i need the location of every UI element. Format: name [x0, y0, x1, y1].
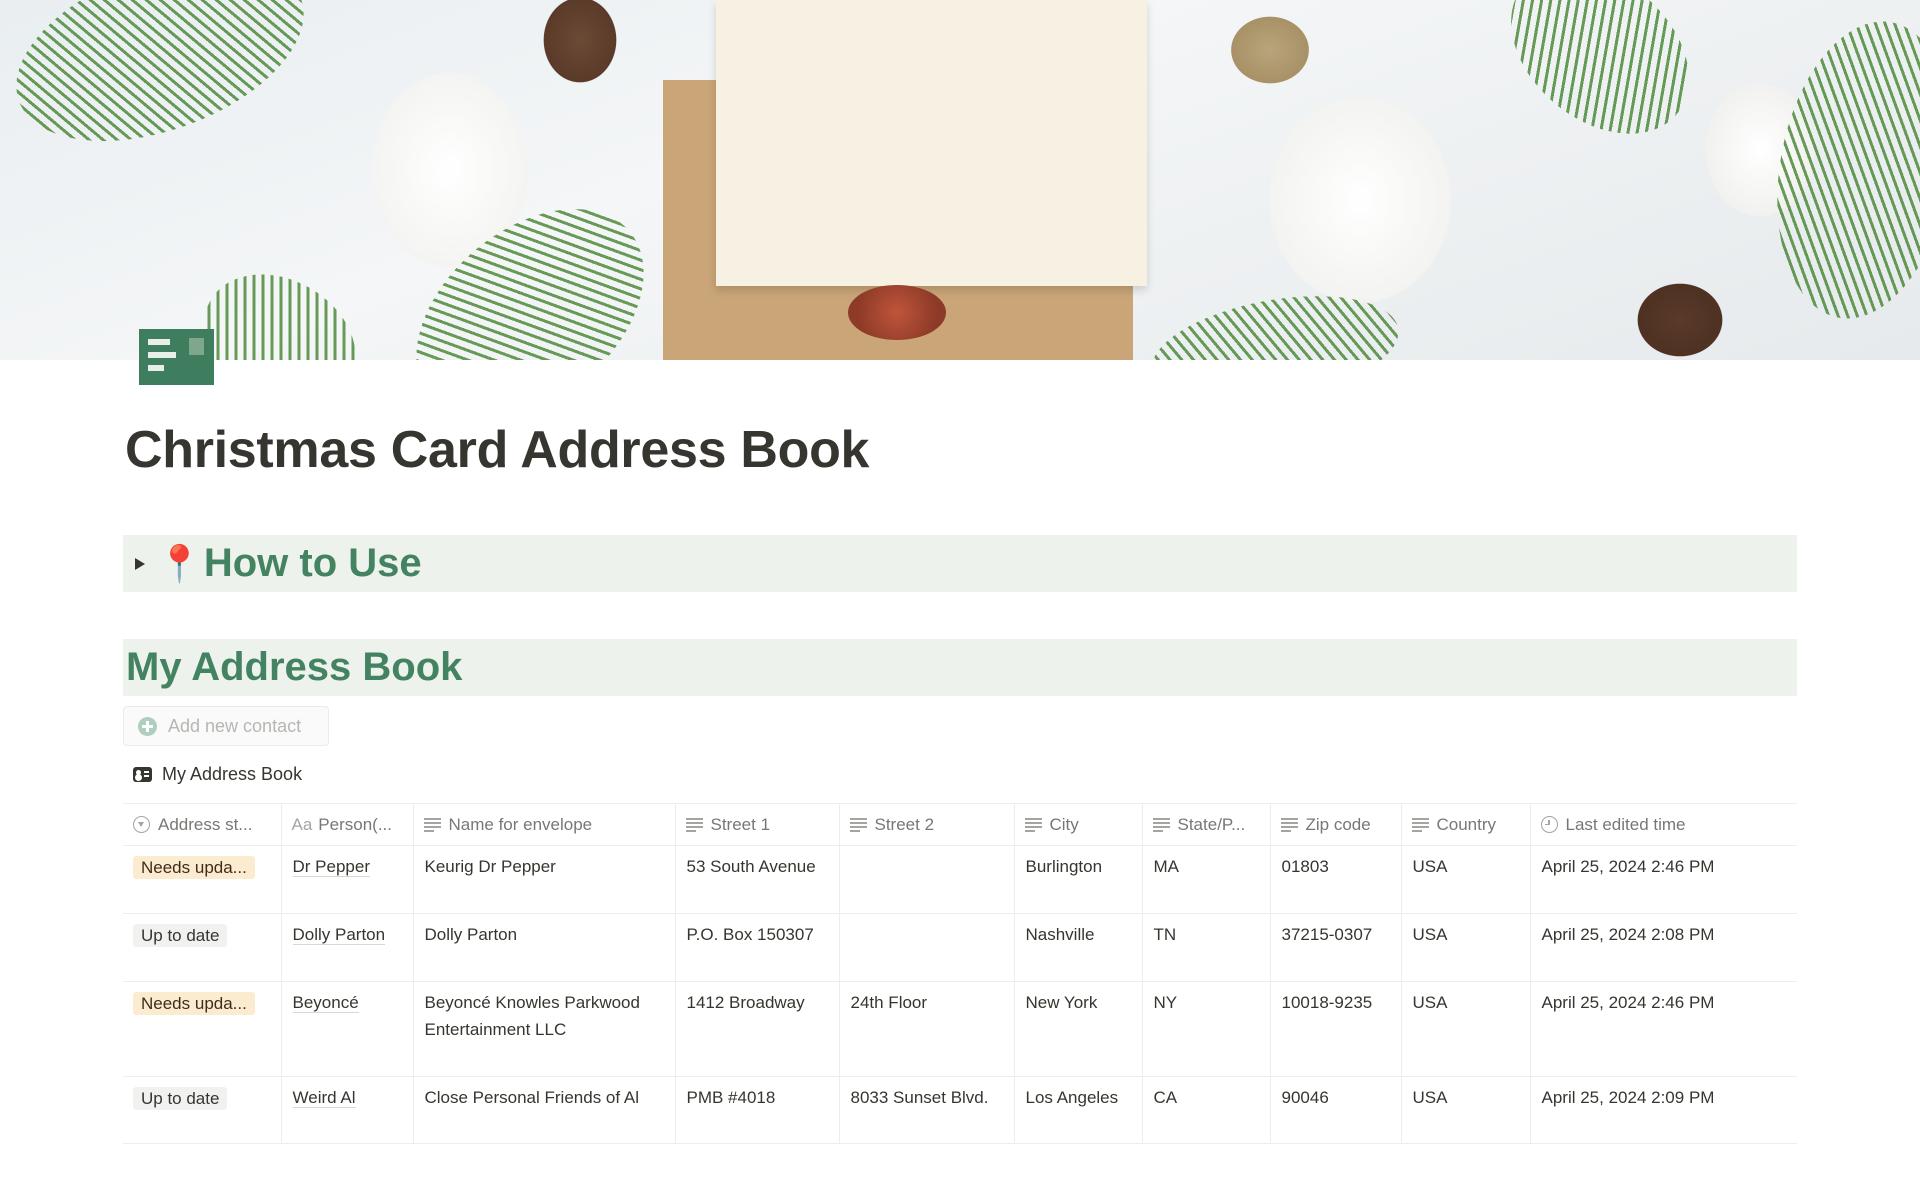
table-row[interactable]: Up to date Dolly Parton Dolly Parton P.O…	[123, 913, 1797, 982]
table-row[interactable]: Up to date Weird Al Close Personal Frien…	[123, 1076, 1797, 1144]
column-header-street2[interactable]: Street 2	[839, 803, 1015, 846]
status-badge: Needs upda...	[133, 992, 255, 1015]
column-header-state[interactable]: State/P...	[1142, 803, 1271, 846]
text-icon	[423, 817, 441, 832]
toggle-heading: How to Use	[203, 541, 422, 585]
person-cell[interactable]: Dr Pepper	[281, 845, 414, 914]
column-header-zip[interactable]: Zip code	[1270, 803, 1402, 846]
last-edited-cell: April 25, 2024 2:46 PM	[1530, 845, 1797, 914]
state-cell[interactable]: NY	[1142, 981, 1271, 1077]
street2-cell[interactable]: 24th Floor	[839, 981, 1015, 1077]
person-cell[interactable]: Dolly Parton	[281, 913, 414, 982]
column-header-street1[interactable]: Street 1	[675, 803, 840, 846]
envelope-name-cell[interactable]: Close Personal Friends of Al	[413, 1076, 676, 1144]
envelope-name-cell[interactable]: Beyoncé Knowles Parkwood Entertainment L…	[413, 981, 676, 1077]
text-icon	[1152, 817, 1170, 832]
table-row[interactable]: Needs upda... Beyoncé Beyoncé Knowles Pa…	[123, 981, 1797, 1077]
pine-branch-decoration	[375, 166, 685, 360]
country-cell[interactable]: USA	[1401, 845, 1531, 914]
pine-branch-decoration	[1143, 279, 1407, 360]
table-row[interactable]: Needs upda... Dr Pepper Keurig Dr Pepper…	[123, 845, 1797, 914]
column-header-envelope-name[interactable]: Name for envelope	[413, 803, 676, 846]
status-badge: Needs upda...	[133, 856, 255, 879]
envelope-name-cell[interactable]: Dolly Parton	[413, 913, 676, 982]
page-title: Christmas Card Address Book	[125, 421, 870, 479]
person-link[interactable]: Beyoncé	[292, 993, 359, 1013]
column-header-country[interactable]: Country	[1401, 803, 1531, 846]
last-edited-cell: April 25, 2024 2:09 PM	[1530, 1076, 1797, 1144]
street2-cell[interactable]	[839, 913, 1015, 982]
street2-cell[interactable]: 8033 Sunset Blvd.	[839, 1076, 1015, 1144]
envelope-name-cell[interactable]: Keurig Dr Pepper	[413, 845, 676, 914]
wax-seal-decoration	[848, 285, 946, 340]
toggle-arrow-icon[interactable]	[135, 557, 145, 570]
text-icon	[1024, 817, 1042, 832]
zip-cell[interactable]: 01803	[1270, 845, 1402, 914]
status-cell[interactable]: Up to date	[123, 913, 282, 982]
city-cell[interactable]: Los Angeles	[1014, 1076, 1143, 1144]
last-edited-cell: April 25, 2024 2:08 PM	[1530, 913, 1797, 982]
select-icon	[133, 815, 150, 833]
section-heading-text: My Address Book	[126, 645, 463, 689]
city-cell[interactable]: Burlington	[1014, 845, 1143, 914]
person-link[interactable]: Dolly Parton	[292, 925, 386, 945]
blank-card-decoration	[716, 0, 1147, 286]
street1-cell[interactable]: PMB #4018	[675, 1076, 840, 1144]
zip-cell[interactable]: 10018-9235	[1270, 981, 1402, 1077]
state-cell[interactable]: TN	[1142, 913, 1271, 982]
table-header-row: Address st... Aa Person(... Name for enve…	[123, 803, 1797, 846]
street2-cell[interactable]	[839, 845, 1015, 914]
street1-cell[interactable]: P.O. Box 150307	[675, 913, 840, 982]
text-icon	[1280, 817, 1298, 832]
city-cell[interactable]: New York	[1014, 981, 1143, 1077]
city-cell[interactable]: Nashville	[1014, 913, 1143, 982]
title-icon: Aa	[291, 814, 313, 834]
pine-branch-decoration	[1755, 7, 1920, 333]
text-icon	[685, 817, 703, 832]
cover-image	[0, 0, 1920, 360]
database-title[interactable]: My Address Book	[133, 764, 302, 785]
address-table: Address st... Aa Person(... Name for enve…	[123, 803, 1797, 1144]
text-icon	[1411, 817, 1429, 832]
column-header-city[interactable]: City	[1014, 803, 1143, 846]
person-link[interactable]: Dr Pepper	[292, 857, 370, 877]
person-cell[interactable]: Beyoncé	[281, 981, 414, 1077]
contact-card-icon	[133, 767, 152, 782]
add-new-contact-button[interactable]: Add new contact	[123, 706, 329, 746]
postcard-icon[interactable]	[139, 329, 214, 385]
how-to-use-toggle[interactable]: 📍 How to Use	[123, 535, 1797, 592]
pine-branch-decoration	[1478, 0, 1722, 168]
person-link[interactable]: Weird Al	[292, 1088, 356, 1108]
zip-cell[interactable]: 90046	[1270, 1076, 1402, 1144]
column-header-address-status[interactable]: Address st...	[123, 803, 282, 846]
state-cell[interactable]: CA	[1142, 1076, 1271, 1144]
pushpin-icon: 📍	[157, 542, 202, 584]
database-title-text: My Address Book	[162, 764, 303, 784]
country-cell[interactable]: USA	[1401, 1076, 1531, 1144]
add-new-contact-label: Add new contact	[168, 715, 302, 736]
street1-cell[interactable]: 53 South Avenue	[675, 845, 840, 914]
section-heading: My Address Book	[123, 639, 1797, 696]
column-header-person[interactable]: Aa Person(...	[281, 803, 414, 846]
status-badge: Up to date	[133, 924, 228, 947]
text-icon	[849, 817, 867, 832]
status-badge: Up to date	[133, 1087, 228, 1110]
person-cell[interactable]: Weird Al	[281, 1076, 414, 1144]
clock-icon	[1540, 815, 1558, 833]
pine-branch-decoration	[0, 0, 329, 177]
status-cell[interactable]: Needs upda...	[123, 845, 282, 914]
state-cell[interactable]: MA	[1142, 845, 1271, 914]
column-header-last-edited[interactable]: Last edited time	[1530, 803, 1797, 846]
country-cell[interactable]: USA	[1401, 981, 1531, 1077]
country-cell[interactable]: USA	[1401, 913, 1531, 982]
status-cell[interactable]: Needs upda...	[123, 981, 282, 1077]
status-cell[interactable]: Up to date	[123, 1076, 282, 1144]
plus-circle-icon	[138, 716, 157, 736]
zip-cell[interactable]: 37215-0307	[1270, 913, 1402, 982]
street1-cell[interactable]: 1412 Broadway	[675, 981, 840, 1077]
last-edited-cell: April 25, 2024 2:46 PM	[1530, 981, 1797, 1077]
